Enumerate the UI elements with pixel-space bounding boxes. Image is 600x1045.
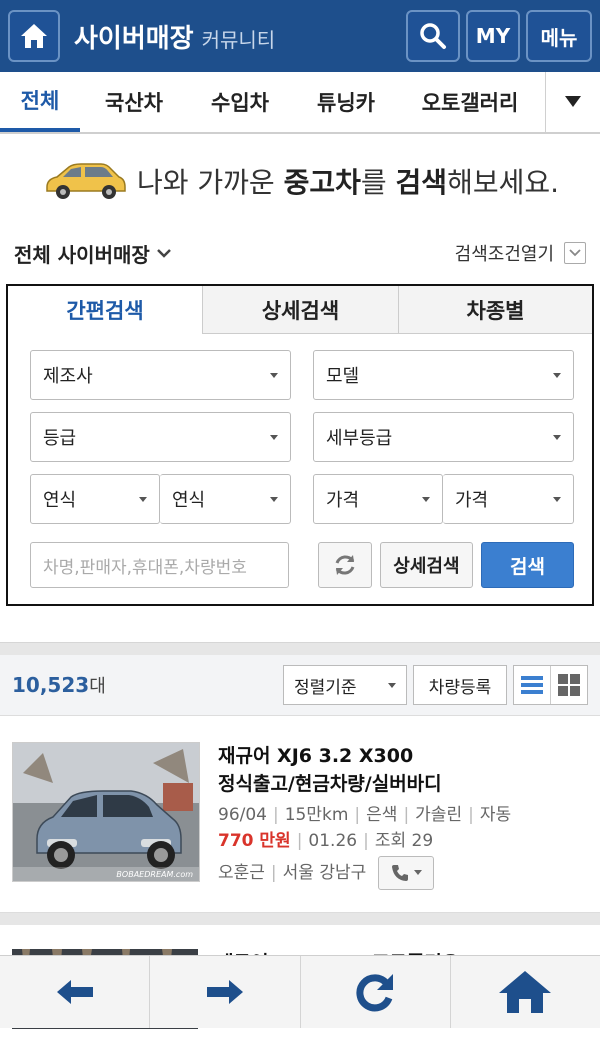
open-conditions-toggle[interactable]: 검색조건열기 <box>455 240 586 266</box>
forward-button[interactable] <box>149 956 299 1028</box>
listing-title[interactable]: 재규어 XJ6 3.2 X300 정식출고/현금차량/실버바디 <box>218 742 588 798</box>
search-submit-button[interactable]: 검색 <box>480 542 574 588</box>
search-button[interactable] <box>406 10 460 62</box>
category-tabs: 전체 국산차 수입차 튜닝카 오토갤러리 <box>0 72 600 134</box>
back-button[interactable] <box>0 956 149 1028</box>
chevron-down-icon <box>156 249 171 258</box>
menu-button[interactable]: 메뉴 <box>526 10 592 62</box>
caret-down-icon <box>139 496 147 502</box>
detail-search-button[interactable]: 상세검색 <box>379 542 473 588</box>
triangle-down-icon <box>565 96 581 107</box>
tab-tuning[interactable]: 튜닝카 <box>292 72 400 132</box>
chevron-down-icon <box>564 242 586 264</box>
listing-price-row: 770 만원 | 01.26 | 조회 29 <box>218 831 434 851</box>
refresh-icon <box>335 555 355 575</box>
year-from-select[interactable]: 연식 <box>30 474 160 524</box>
scope-dropdown[interactable]: 전체 사이버매장 <box>14 239 172 268</box>
list-view-button[interactable] <box>514 666 550 704</box>
grid-icon <box>558 674 580 696</box>
tab-auto-gallery[interactable]: 오토갤러리 <box>400 72 540 132</box>
reload-icon <box>356 974 394 1012</box>
my-button[interactable]: MY <box>466 10 520 62</box>
list-icon <box>521 676 543 694</box>
top-header: 사이버매장 커뮤니티 MY 메뉴 <box>0 0 600 72</box>
caret-down-icon <box>553 496 561 502</box>
hero-text: 나와 가까운 중고차를 검색해보세요. <box>136 166 560 199</box>
brand-subtitle: 커뮤니티 <box>201 27 276 52</box>
tab-domestic[interactable]: 국산차 <box>80 72 188 132</box>
listing-price: 770 만원 <box>218 831 291 851</box>
keyword-input[interactable]: 차명,판매자,휴대폰,차량번호 <box>30 542 289 588</box>
tab-detail-search[interactable]: 상세검색 <box>202 286 398 334</box>
view-toggle <box>513 665 588 705</box>
bottom-nav <box>0 955 600 1028</box>
car-thumbnail[interactable]: BOBAEDREAM.com <box>12 742 200 882</box>
home-icon <box>499 971 552 1013</box>
caret-down-icon <box>270 434 278 440</box>
home-nav-button[interactable] <box>449 956 600 1028</box>
seller-location: 서울 강남구 <box>282 863 367 883</box>
list-item[interactable]: BOBAEDREAM.com 재규어 XJ6 3.2 X300 정식출고/현금차… <box>0 716 600 913</box>
site-brand[interactable]: 사이버매장 커뮤니티 <box>74 18 275 55</box>
search-panel: 간편검색 상세검색 차종별 제조사 모델 등급 세부등급 연식 연식 가격 가격 <box>6 284 594 606</box>
model-select[interactable]: 모델 <box>313 350 574 400</box>
caret-down-icon <box>422 496 430 502</box>
maker-select[interactable]: 제조사 <box>30 350 291 400</box>
caret-down-icon <box>553 434 561 440</box>
year-to-select[interactable]: 연식 <box>160 474 291 524</box>
grid-view-button[interactable] <box>550 666 587 704</box>
phone-icon <box>392 865 409 881</box>
arrow-right-icon <box>206 980 243 1004</box>
home-icon <box>21 24 47 48</box>
listing-seller-row: 오훈근 | 서울 강남구 <box>218 856 588 890</box>
price-to-select[interactable]: 가격 <box>443 474 574 524</box>
caret-down-icon <box>414 870 423 875</box>
list-toolbar: 10,523 대 정렬기준 차량등록 <box>0 655 600 716</box>
car-photo: BOBAEDREAM.com <box>13 743 199 881</box>
caret-down-icon <box>388 682 396 688</box>
seller-name: 오훈근 <box>218 863 265 883</box>
listing-views: 조회 29 <box>374 831 434 851</box>
search-icon <box>420 23 446 49</box>
divider <box>0 642 600 655</box>
tab-imported[interactable]: 수입차 <box>188 72 292 132</box>
listing-date: 01.26 <box>308 831 358 851</box>
listing-specs: 96/04 | 15만km | 은색 | 가솔린 | 자동 <box>218 805 512 825</box>
caret-down-icon <box>553 372 561 378</box>
result-count: 10,523 <box>12 673 90 697</box>
caret-down-icon <box>270 372 278 378</box>
register-car-button[interactable]: 차량등록 <box>413 665 507 705</box>
home-button[interactable] <box>8 10 60 62</box>
caret-down-icon <box>270 496 278 502</box>
grade-select[interactable]: 등급 <box>30 412 291 462</box>
result-count-unit: 대 <box>89 676 106 697</box>
tabs-more-button[interactable] <box>545 72 600 132</box>
tab-by-car-type[interactable]: 차종별 <box>398 286 592 334</box>
filters-header: 전체 사이버매장 검색조건열기 <box>0 228 600 278</box>
sub-grade-select[interactable]: 세부등급 <box>313 412 574 462</box>
brand-title: 사이버매장 <box>74 23 194 54</box>
call-button[interactable] <box>378 856 435 890</box>
open-conditions-label: 검색조건열기 <box>454 244 554 265</box>
tab-quick-search[interactable]: 간편검색 <box>8 286 202 334</box>
car-icon <box>46 163 126 199</box>
reload-button[interactable] <box>299 956 450 1028</box>
tab-all[interactable]: 전체 <box>0 72 80 132</box>
svg-text:BOBAEDREAM.com: BOBAEDREAM.com <box>116 870 193 879</box>
reset-button[interactable] <box>318 542 372 588</box>
price-from-select[interactable]: 가격 <box>313 474 443 524</box>
scope-label: 전체 사이버매장 <box>14 242 150 267</box>
arrow-left-icon <box>56 980 93 1004</box>
sort-select[interactable]: 정렬기준 <box>283 665 407 705</box>
hero-banner: 나와 가까운 중고차를 검색해보세요. <box>0 134 600 228</box>
